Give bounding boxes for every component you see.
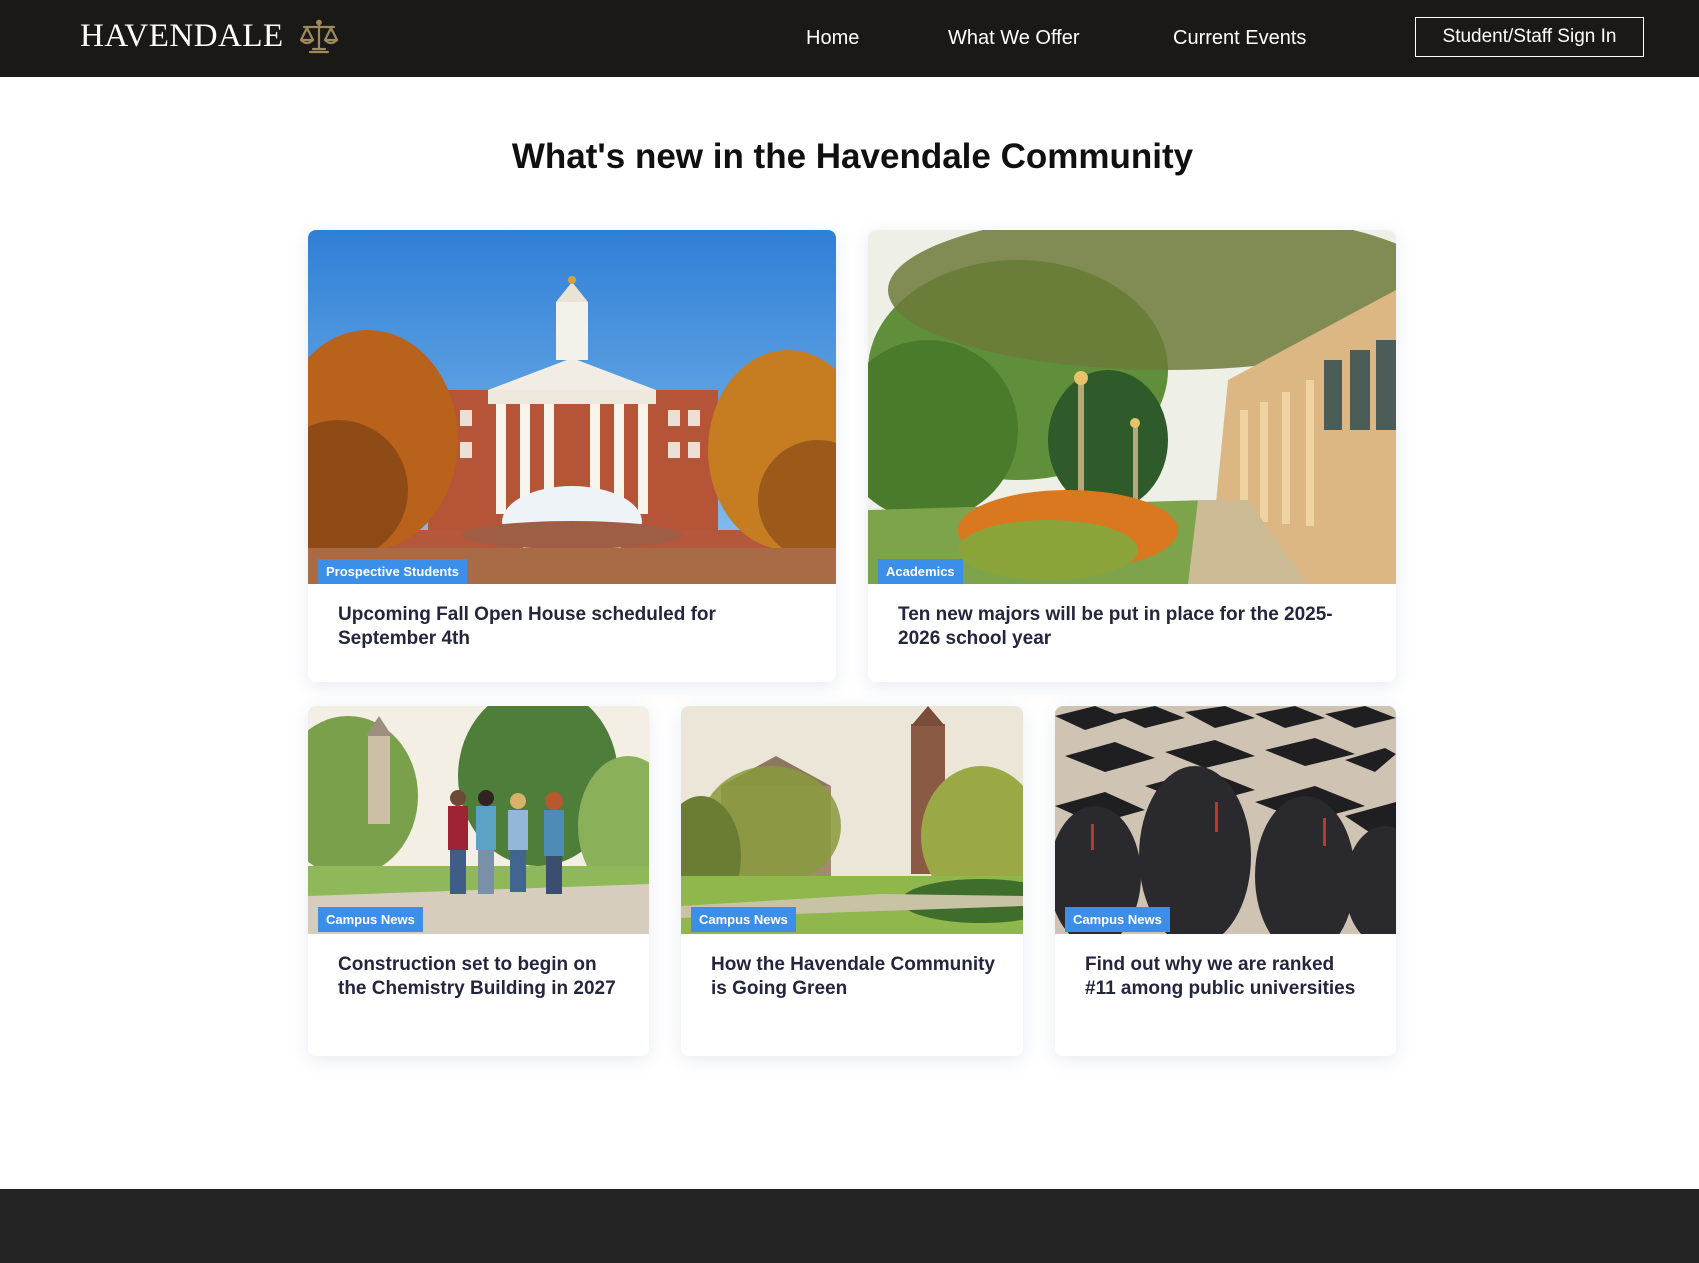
brand-name: HAVENDALE (80, 18, 284, 54)
page-title: What's new in the Havendale Community (511, 137, 1194, 176)
news-card-ranking[interactable]: Campus News Find out why we are ranked #… (1055, 706, 1396, 1056)
nav-home: Home (806, 0, 859, 77)
card-title[interactable]: Construction set to begin on the Chemist… (338, 953, 621, 1001)
news-card-chemistry-building[interactable]: Campus News Construction set to begin on… (308, 706, 649, 1056)
nav-what-we-offer: What We Offer (948, 0, 1080, 77)
sign-in-button[interactable]: Student/Staff Sign In (1415, 17, 1644, 57)
news-card-open-house[interactable]: Prospective Students Upcoming Fall Open … (308, 230, 836, 682)
category-badge[interactable]: Academics (878, 559, 963, 584)
site-footer (0, 1189, 1699, 1263)
news-card-new-majors[interactable]: Academics Ten new majors will be put in … (868, 230, 1396, 682)
category-badge[interactable]: Campus News (318, 907, 423, 932)
nav-link-home[interactable]: Home (806, 27, 859, 50)
campus-walkway-image (868, 230, 1396, 584)
card-title[interactable]: Find out why we are ranked #11 among pub… (1085, 953, 1368, 1001)
nav-link-what-we-offer[interactable]: What We Offer (948, 27, 1080, 50)
graduation-caps-image (1055, 706, 1396, 934)
campus-building-image (308, 230, 836, 584)
category-badge[interactable]: Prospective Students (318, 559, 467, 584)
site-header: HAVENDALE Home What We Offer Current Eve… (0, 0, 1699, 77)
students-walking-image (308, 706, 649, 934)
brand-logo[interactable]: HAVENDALE (80, 18, 340, 55)
card-title[interactable]: How the Havendale Community is Going Gre… (711, 953, 995, 1001)
scales-of-justice-icon (299, 19, 338, 53)
news-card-going-green[interactable]: Campus News How the Havendale Community … (681, 706, 1023, 1056)
card-title[interactable]: Ten new majors will be put in place for … (898, 603, 1368, 651)
card-title[interactable]: Upcoming Fall Open House scheduled for S… (338, 603, 808, 651)
category-badge[interactable]: Campus News (1065, 907, 1170, 932)
nav-current-events: Current Events (1173, 0, 1306, 77)
campus-gothic-image (681, 706, 1023, 934)
category-badge[interactable]: Campus News (691, 907, 796, 932)
nav-link-current-events[interactable]: Current Events (1173, 27, 1306, 50)
